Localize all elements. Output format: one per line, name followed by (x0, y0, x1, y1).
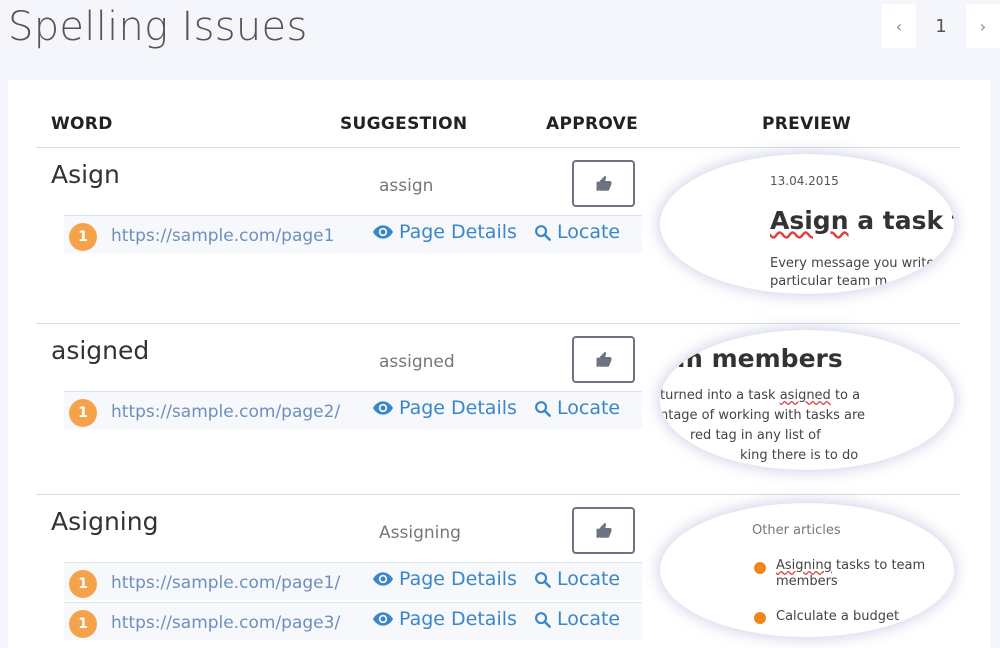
column-header-suggestion: SUGGESTION (340, 114, 468, 134)
column-header-approve: APPROVE (546, 114, 639, 134)
page-url-link[interactable]: https://sample.com/page1 (111, 226, 334, 246)
issue-row: Asigning Assigning 1 https://sample.com/… (8, 495, 990, 648)
preview-bubble: 13.04.2015 Asign a task to Every message… (660, 154, 954, 294)
preview-text: red tag in any list of (690, 428, 821, 443)
preview-bubble: am members turned into a task asigned to… (660, 330, 954, 470)
page-url-link[interactable]: https://sample.com/page3/ (111, 613, 340, 633)
page-details-label: Page Details (399, 568, 517, 590)
approve-button[interactable] (572, 336, 635, 383)
page-details-link[interactable]: Page Details (373, 397, 517, 419)
next-page-button[interactable]: › (966, 4, 1000, 48)
issue-row: Asign assign 1 https://sample.com/page1 … (8, 148, 990, 323)
page-details-label: Page Details (399, 608, 517, 630)
page-occurrence-row: 1 https://sample.com/page2/ Page Details… (64, 391, 642, 429)
column-header-preview: PREVIEW (762, 114, 852, 134)
eye-icon (373, 572, 393, 586)
locate-label: Locate (557, 397, 621, 419)
page-occurrence-row: 1 https://sample.com/page3/ Page Details… (64, 602, 642, 640)
page-details-link[interactable]: Page Details (373, 568, 517, 590)
misspelled-word: asigned (51, 336, 150, 365)
search-icon (535, 400, 551, 417)
page-title: Spelling Issues (8, 4, 308, 50)
preview-text: Calculate a budget (776, 609, 900, 624)
occurrence-count-badge: 1 (69, 223, 97, 251)
approve-button[interactable] (572, 160, 635, 207)
preview-text: turned into a task asigned to a (660, 388, 861, 403)
preview-text: king there is to do (740, 448, 859, 463)
spelling-issues-table: WORD SUGGESTION APPROVE PREVIEW Asign as… (8, 80, 990, 648)
preview-text: particular team m... (770, 274, 900, 289)
suggestion-text: assigned (379, 352, 455, 372)
occurrence-count-badge: 1 (69, 570, 97, 598)
eye-icon (373, 612, 393, 626)
thumbs-up-icon (596, 522, 611, 538)
preview-text: Asigning tasks to team (776, 558, 926, 573)
locate-link[interactable]: Locate (534, 397, 620, 419)
page-details-link[interactable]: Page Details (373, 221, 517, 243)
pagination: ‹ 1 › (882, 4, 1000, 48)
eye-icon (373, 225, 393, 239)
page-url-link[interactable]: https://sample.com/page1/ (111, 573, 340, 593)
locate-link[interactable]: Locate (534, 608, 620, 630)
occurrence-count-badge: 1 (69, 399, 97, 427)
preview-date: 13.04.2015 (770, 174, 839, 188)
preview-text: Every message you write (770, 256, 935, 271)
suggestion-text: assign (379, 176, 434, 196)
page-occurrence-row: 1 https://sample.com/page1/ Page Details… (64, 562, 642, 600)
issue-row: asigned assigned 1 https://sample.com/pa… (8, 324, 990, 494)
page-details-link[interactable]: Page Details (373, 608, 517, 630)
locate-label: Locate (557, 608, 621, 630)
locate-link[interactable]: Locate (534, 568, 620, 590)
eye-icon (373, 401, 393, 415)
page-url-link[interactable]: https://sample.com/page2/ (111, 402, 340, 422)
current-page-number: 1 (935, 15, 947, 37)
thumbs-up-icon (596, 351, 611, 367)
page-details-label: Page Details (399, 397, 517, 419)
page-details-label: Page Details (399, 221, 517, 243)
misspelled-word: Asign (51, 160, 120, 189)
thumbs-up-icon (596, 175, 611, 191)
preview-text: ntage of working with tasks are (660, 408, 866, 423)
search-icon (535, 571, 551, 588)
locate-label: Locate (557, 568, 621, 590)
preview-title: Asign a task to (770, 206, 954, 235)
preview-heading: Other articles (752, 523, 841, 538)
prev-page-button[interactable]: ‹ (882, 4, 916, 48)
search-icon (535, 224, 551, 241)
column-header-word: WORD (51, 114, 113, 134)
preview-text: members (776, 574, 838, 589)
suggestion-text: Assigning (379, 523, 461, 543)
bullet-icon (754, 612, 766, 624)
page-occurrence-row: 1 https://sample.com/page1 Page Details … (64, 215, 642, 253)
preview-title: am members (660, 344, 843, 373)
bullet-icon (754, 562, 766, 574)
preview-bubble: Other articles Asigning tasks to team me… (660, 503, 954, 637)
misspelled-word: Asigning (51, 507, 159, 536)
locate-label: Locate (557, 221, 621, 243)
search-icon (535, 611, 551, 628)
locate-link[interactable]: Locate (534, 221, 620, 243)
occurrence-count-badge: 1 (69, 610, 97, 638)
approve-button[interactable] (572, 507, 635, 554)
